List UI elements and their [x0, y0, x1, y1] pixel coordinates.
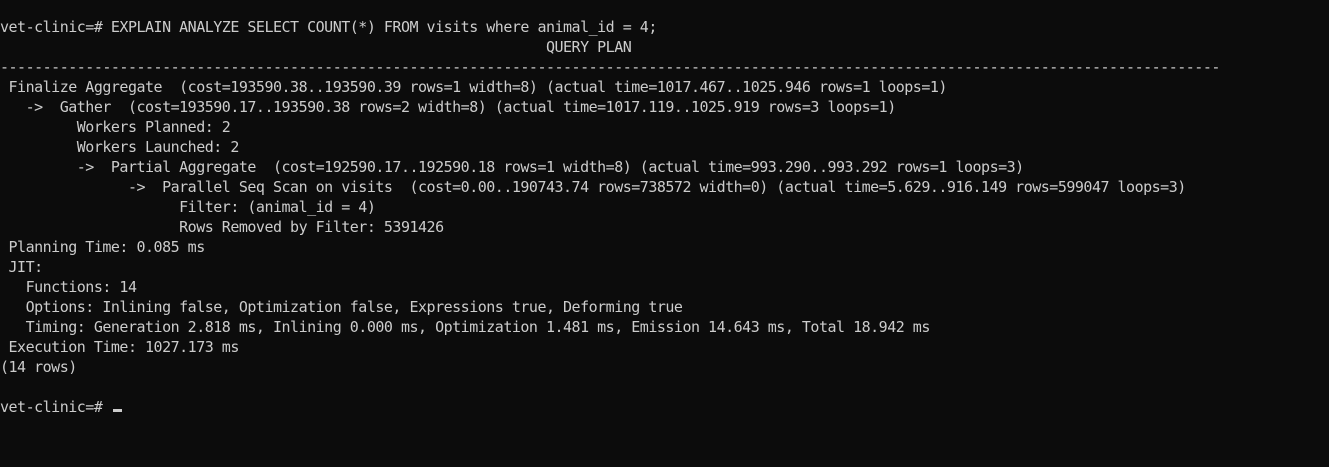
plan-line-gather: -> Gather (cost=193590.17..193590.38 row…: [0, 98, 897, 116]
separator-line: ----------------------------------------…: [0, 58, 1220, 76]
cursor-icon: [112, 409, 122, 412]
plan-line-filter: Filter: (animal_id = 4): [0, 198, 376, 216]
prompt-line[interactable]: vet-clinic=#: [0, 397, 1329, 417]
row-count-line: (14 rows): [0, 358, 77, 376]
terminal-window[interactable]: vet-clinic=# EXPLAIN ANALYZE SELECT COUN…: [0, 0, 1329, 467]
jit-options-line: Options: Inlining false, Optimization fa…: [0, 298, 683, 316]
execution-time-line: Execution Time: 1027.173 ms: [0, 338, 240, 356]
plan-line-workers-planned: Workers Planned: 2: [0, 118, 231, 136]
prompt-text: vet-clinic=#: [0, 398, 111, 416]
plan-line-finalize-aggregate: Finalize Aggregate (cost=193590.38..1935…: [0, 78, 948, 96]
command-line: vet-clinic=# EXPLAIN ANALYZE SELECT COUN…: [0, 18, 657, 36]
plan-line-parallel-seq-scan: -> Parallel Seq Scan on visits (cost=0.0…: [0, 178, 1186, 196]
query-plan-header: QUERY PLAN: [0, 38, 632, 56]
jit-timing-line: Timing: Generation 2.818 ms, Inlining 0.…: [0, 318, 931, 336]
jit-functions-line: Functions: 14: [0, 278, 137, 296]
plan-line-rows-removed: Rows Removed by Filter: 5391426: [0, 218, 444, 236]
plan-line-partial-aggregate: -> Partial Aggregate (cost=192590.17..19…: [0, 158, 1024, 176]
plan-line-workers-launched: Workers Launched: 2: [0, 138, 240, 156]
jit-header-line: JIT:: [0, 258, 44, 276]
planning-time-line: Planning Time: 0.085 ms: [0, 238, 206, 256]
